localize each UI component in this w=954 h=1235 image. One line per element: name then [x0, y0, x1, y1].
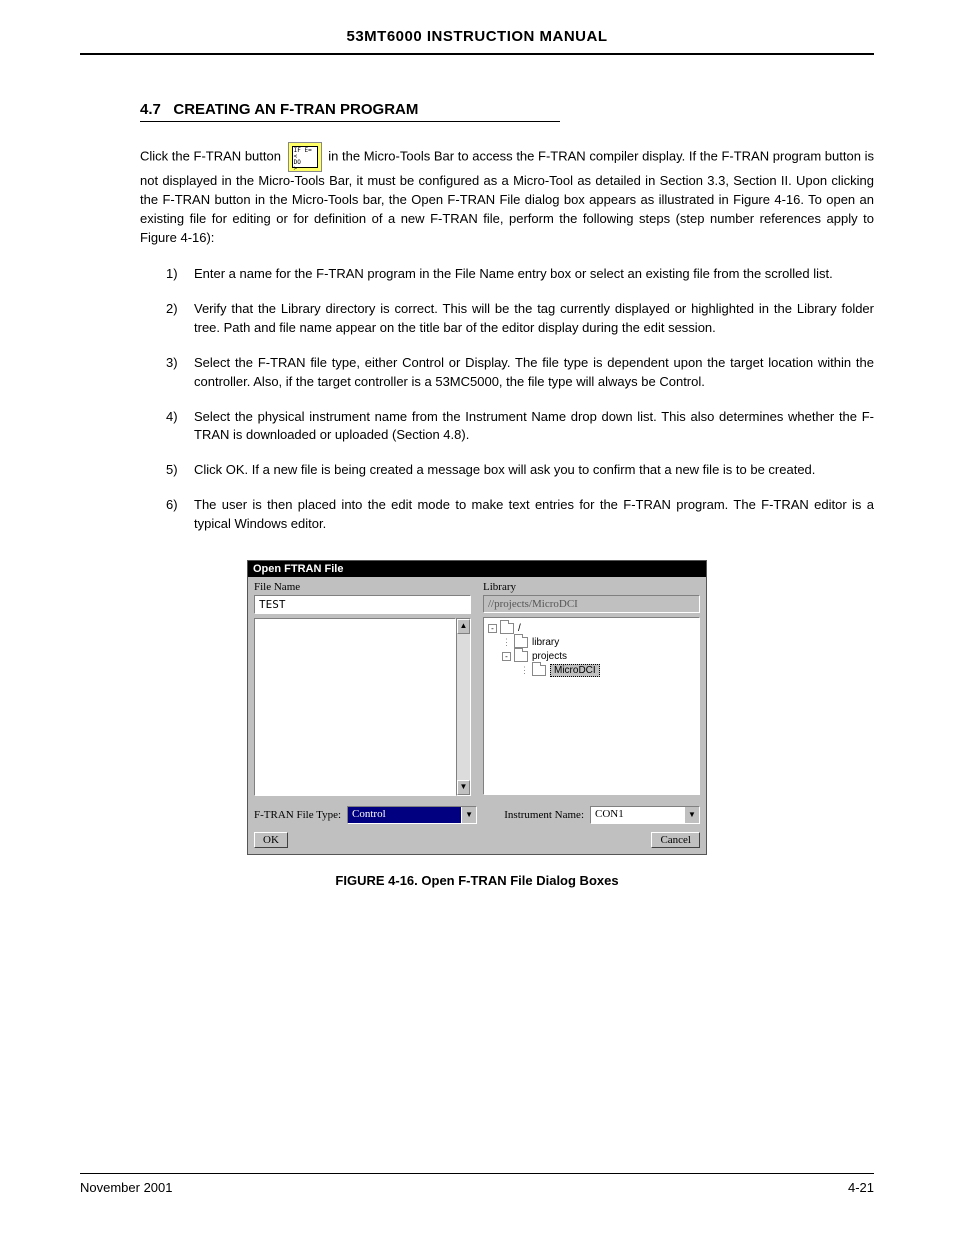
- folder-icon: [500, 623, 514, 634]
- instrument-label: Instrument Name:: [504, 809, 584, 821]
- open-ftran-dialog: Open FTRAN File File Name TEST ▲ ▼: [247, 560, 707, 855]
- filetype-value: Control: [348, 807, 461, 823]
- figure-container: Open FTRAN File File Name TEST ▲ ▼: [247, 560, 707, 888]
- step-item: Verify that the Library directory is cor…: [166, 300, 874, 338]
- step-item: Select the F-TRAN file type, either Cont…: [166, 354, 874, 392]
- folder-icon: [514, 651, 528, 662]
- intro-paragraph: Click the F-TRAN button IF E= < DO > in …: [140, 142, 874, 247]
- library-path-text: //projects/MicroDCI: [488, 598, 578, 610]
- filename-input[interactable]: TEST: [254, 595, 471, 614]
- tree-row-selected[interactable]: ⋮ MicroDCI: [488, 664, 695, 678]
- cancel-button[interactable]: Cancel: [651, 832, 700, 848]
- step-item: Click OK. If a new file is being created…: [166, 461, 874, 480]
- file-listbox[interactable]: [254, 618, 456, 796]
- tree-row-item[interactable]: - projects: [488, 650, 695, 664]
- figure-caption: FIGURE 4-16. Open F-TRAN File Dialog Box…: [247, 873, 707, 888]
- folder-icon: [514, 637, 528, 648]
- tree-item-label: library: [532, 637, 559, 648]
- ok-button[interactable]: OK: [254, 832, 288, 848]
- instrument-combo[interactable]: CON1 ▼: [590, 806, 700, 824]
- step-item: Select the physical instrument name from…: [166, 408, 874, 446]
- tree-branch-icon: ⋮: [502, 637, 511, 648]
- dropdown-arrow-icon[interactable]: ▼: [684, 807, 699, 823]
- intro-before-icon: Click the F-TRAN button: [140, 148, 285, 163]
- page-header: 53MT6000 INSTRUCTION MANUAL: [80, 28, 874, 55]
- scroll-up-icon[interactable]: ▲: [457, 619, 470, 634]
- tree-item-label: projects: [532, 651, 567, 662]
- step-text: Enter a name for the F-TRAN program in t…: [194, 266, 833, 281]
- step-text: Select the F-TRAN file type, either Cont…: [194, 355, 874, 389]
- dialog-title-text: Open FTRAN File: [253, 563, 343, 575]
- page-footer: November 2001 4-21: [80, 1173, 874, 1195]
- library-tree[interactable]: - / ⋮ library - projects: [483, 617, 700, 795]
- footer-page-number: 4-21: [848, 1180, 874, 1195]
- section-heading: 4.7 CREATING AN F-TRAN PROGRAM: [140, 101, 560, 122]
- step-text: Select the physical instrument name from…: [194, 409, 874, 443]
- filetype-label: F-TRAN File Type:: [254, 809, 341, 821]
- folder-icon: [532, 665, 546, 676]
- filename-value: TEST: [259, 598, 286, 611]
- ftran-icon: IF E= < DO >: [288, 142, 322, 172]
- filename-label: File Name: [254, 581, 471, 593]
- scroll-down-icon[interactable]: ▼: [457, 780, 470, 795]
- footer-date: November 2001: [80, 1180, 173, 1195]
- tree-branch-icon: ⋮: [520, 665, 529, 676]
- step-item: Enter a name for the F-TRAN program in t…: [166, 265, 874, 284]
- section-title-text: CREATING AN F-TRAN PROGRAM: [173, 101, 418, 118]
- step-item: The user is then placed into the edit mo…: [166, 496, 874, 534]
- section-number: 4.7: [140, 101, 161, 118]
- library-path-display: //projects/MicroDCI: [483, 595, 700, 613]
- step-text: Click OK. If a new file is being created…: [194, 462, 815, 477]
- dropdown-arrow-icon[interactable]: ▼: [461, 807, 476, 823]
- file-list-scrollbar[interactable]: ▲ ▼: [456, 618, 471, 796]
- header-title: 53MT6000 INSTRUCTION MANUAL: [346, 28, 607, 45]
- step-text: The user is then placed into the edit mo…: [194, 497, 874, 531]
- dialog-titlebar: Open FTRAN File: [248, 561, 706, 577]
- filetype-combo[interactable]: Control ▼: [347, 806, 477, 824]
- tree-root-label: /: [518, 623, 521, 634]
- instrument-value: CON1: [591, 807, 684, 823]
- collapse-icon[interactable]: -: [502, 652, 511, 661]
- library-label: Library: [483, 581, 700, 593]
- step-text: Verify that the Library directory is cor…: [194, 301, 874, 335]
- ftran-icon-text: IF E= < DO >: [292, 146, 318, 168]
- collapse-icon[interactable]: -: [488, 624, 497, 633]
- tree-selected-label: MicroDCI: [550, 664, 600, 677]
- step-list: Enter a name for the F-TRAN program in t…: [166, 265, 874, 533]
